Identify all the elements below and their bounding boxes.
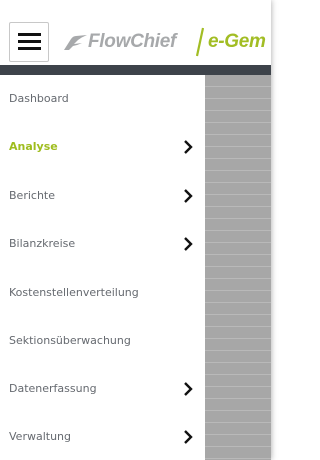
chevron-right-icon xyxy=(184,382,193,396)
background-content-overlay[interactable] xyxy=(205,75,271,460)
sidebar-item-verwaltung[interactable]: Verwaltung xyxy=(0,413,205,460)
flowchief-swoosh-icon xyxy=(64,35,87,50)
sidebar-item-analyse[interactable]: Analyse xyxy=(0,123,205,171)
sidebar-item-datenerfassung[interactable]: Datenerfassung xyxy=(0,365,205,413)
brand-divider xyxy=(196,27,204,57)
chevron-right-icon xyxy=(184,189,193,203)
sidebar-item-berichte[interactable]: Berichte xyxy=(0,172,205,220)
sidebar-item-sektionsueberwachung[interactable]: Sektionsüberwachung xyxy=(0,317,205,365)
brand-product: e-Gem xyxy=(208,31,266,52)
sidebar-item-label: Verwaltung xyxy=(9,430,71,443)
sidebar-item-label: Dashboard xyxy=(9,92,69,105)
sidebar-item-label: Analyse xyxy=(9,140,58,153)
sidebar-item-label: Sektionsüberwachung xyxy=(9,334,131,347)
sidebar-menu: Dashboard Analyse Berichte Bilanzkreise … xyxy=(0,75,205,460)
menu-toggle-button[interactable] xyxy=(9,22,49,62)
chevron-right-icon xyxy=(184,237,193,251)
sidebar-item-dashboard[interactable]: Dashboard xyxy=(0,75,205,123)
chevron-right-icon xyxy=(184,140,193,154)
chevron-right-icon xyxy=(184,430,193,444)
sidebar-item-label: Berichte xyxy=(9,189,55,202)
sidebar-item-bilanzkreise[interactable]: Bilanzkreise xyxy=(0,220,205,268)
app-logo[interactable]: FlowChief e-Gem xyxy=(62,27,272,57)
app-header: FlowChief e-Gem xyxy=(0,0,271,65)
top-divider-bar xyxy=(0,65,271,75)
app-window: FlowChief e-Gem Dashboard Analyse Berich… xyxy=(0,0,271,460)
brand-name: FlowChief xyxy=(88,31,177,52)
sidebar-item-label: Kostenstellenverteilung xyxy=(9,286,139,299)
sidebar-item-label: Datenerfassung xyxy=(9,382,97,395)
hamburger-menu-icon xyxy=(18,33,41,36)
sidebar-item-kostenstellenverteilung[interactable]: Kostenstellenverteilung xyxy=(0,269,205,317)
sidebar-item-label: Bilanzkreise xyxy=(9,237,76,250)
